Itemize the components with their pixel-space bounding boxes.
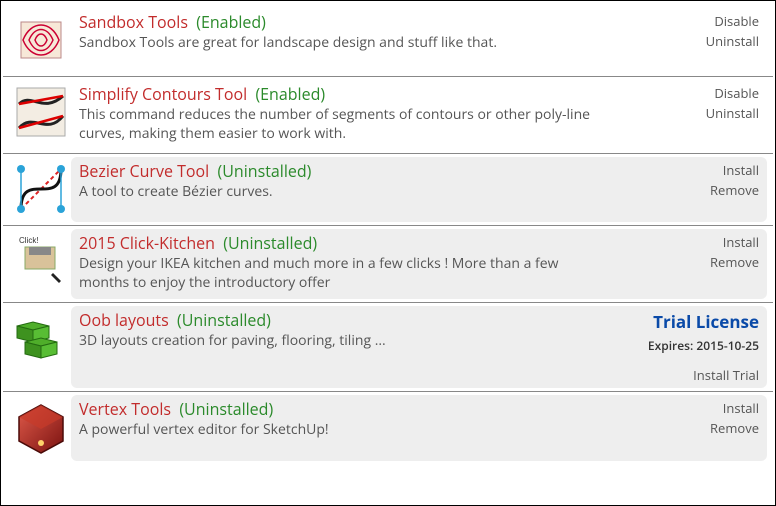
icon-col <box>9 8 71 73</box>
extensions-list: Sandbox Tools (Enabled) Sandbox Tools ar… <box>3 5 773 464</box>
remove-button[interactable]: Remove <box>647 419 759 437</box>
install-trial-button[interactable]: Install Trial <box>647 366 759 384</box>
sandbox-icon <box>13 12 69 68</box>
install-button[interactable]: Install <box>647 399 759 417</box>
extension-name[interactable]: Simplify Contours Tool <box>79 83 247 105</box>
content-col: Vertex Tools (Uninstalled) A powerful ve… <box>71 395 647 461</box>
extension-status: (Enabled) <box>196 11 266 33</box>
extension-row: Oob layouts (Uninstalled) 3D layouts cre… <box>3 303 773 392</box>
install-button[interactable]: Install <box>647 233 759 251</box>
title-line: Simplify Contours Tool (Enabled) <box>79 84 641 104</box>
actions-col: Install Remove <box>647 395 767 461</box>
disable-button[interactable]: Disable <box>647 84 759 102</box>
title-line: Bezier Curve Tool (Uninstalled) <box>79 161 641 181</box>
install-button[interactable]: Install <box>647 161 759 179</box>
extension-description: 3D layouts creation for paving, flooring… <box>79 332 599 351</box>
extension-name[interactable]: Oob layouts <box>79 309 169 331</box>
content-col: Simplify Contours Tool (Enabled) This co… <box>71 80 647 150</box>
extension-name[interactable]: Vertex Tools <box>79 398 171 420</box>
extension-name[interactable]: Bezier Curve Tool <box>79 160 209 182</box>
trial-expires-label: Expires: 2015-10-25 <box>647 337 759 354</box>
extension-row: Vertex Tools (Uninstalled) A powerful ve… <box>3 392 773 464</box>
extension-description: Sandbox Tools are great for landscape de… <box>79 34 599 53</box>
extension-description: A powerful vertex editor for SketchUp! <box>79 421 599 440</box>
icon-col <box>9 80 71 150</box>
bezier-icon <box>13 161 69 217</box>
remove-button[interactable]: Remove <box>647 253 759 271</box>
extension-row: Sandbox Tools (Enabled) Sandbox Tools ar… <box>3 5 773 77</box>
actions-col: Install Remove <box>647 229 767 299</box>
extension-row: Simplify Contours Tool (Enabled) This co… <box>3 77 773 154</box>
uninstall-button[interactable]: Uninstall <box>647 104 759 122</box>
extension-row: Click! 2015 Click-Kitchen (Uninstalled) … <box>3 226 773 303</box>
kitchen-icon: Click! <box>13 233 69 289</box>
icon-col <box>9 306 71 388</box>
icon-col: Click! <box>9 229 71 299</box>
title-line: Oob layouts (Uninstalled) <box>79 310 641 330</box>
simplify-icon <box>13 84 69 140</box>
extension-status: (Enabled) <box>255 83 325 105</box>
disable-button[interactable]: Disable <box>647 12 759 30</box>
actions-col: Disable Uninstall <box>647 80 767 150</box>
extension-description: A tool to create Bézier curves. <box>79 183 599 202</box>
uninstall-button[interactable]: Uninstall <box>647 32 759 50</box>
svg-text:Click!: Click! <box>19 236 39 245</box>
title-line: 2015 Click-Kitchen (Uninstalled) <box>79 233 641 253</box>
actions-col: Install Remove <box>647 157 767 222</box>
title-line: Vertex Tools (Uninstalled) <box>79 399 641 419</box>
title-line: Sandbox Tools (Enabled) <box>79 12 641 32</box>
vertex-icon <box>13 399 69 455</box>
actions-col: Trial License Expires: 2015-10-25 Instal… <box>647 306 767 388</box>
extension-status: (Uninstalled) <box>179 398 273 420</box>
icon-col <box>9 157 71 222</box>
extension-description: Design your IKEA kitchen and much more i… <box>79 255 599 293</box>
extension-status: (Uninstalled) <box>218 160 312 182</box>
content-col: Bezier Curve Tool (Uninstalled) A tool t… <box>71 157 647 222</box>
remove-button[interactable]: Remove <box>647 181 759 199</box>
content-col: Oob layouts (Uninstalled) 3D layouts cre… <box>71 306 647 388</box>
content-col: Sandbox Tools (Enabled) Sandbox Tools ar… <box>71 8 647 73</box>
extension-status: (Uninstalled) <box>177 309 271 331</box>
extension-status: (Uninstalled) <box>223 232 317 254</box>
actions-col: Disable Uninstall <box>647 8 767 73</box>
oob-icon <box>13 310 69 366</box>
extension-row: Bezier Curve Tool (Uninstalled) A tool t… <box>3 154 773 226</box>
content-col: 2015 Click-Kitchen (Uninstalled) Design … <box>71 229 647 299</box>
icon-col <box>9 395 71 461</box>
extension-name[interactable]: Sandbox Tools <box>79 11 188 33</box>
trial-license-label: Trial License <box>647 310 759 333</box>
extension-description: This command reduces the number of segme… <box>79 106 599 144</box>
extension-name[interactable]: 2015 Click-Kitchen <box>79 232 215 254</box>
